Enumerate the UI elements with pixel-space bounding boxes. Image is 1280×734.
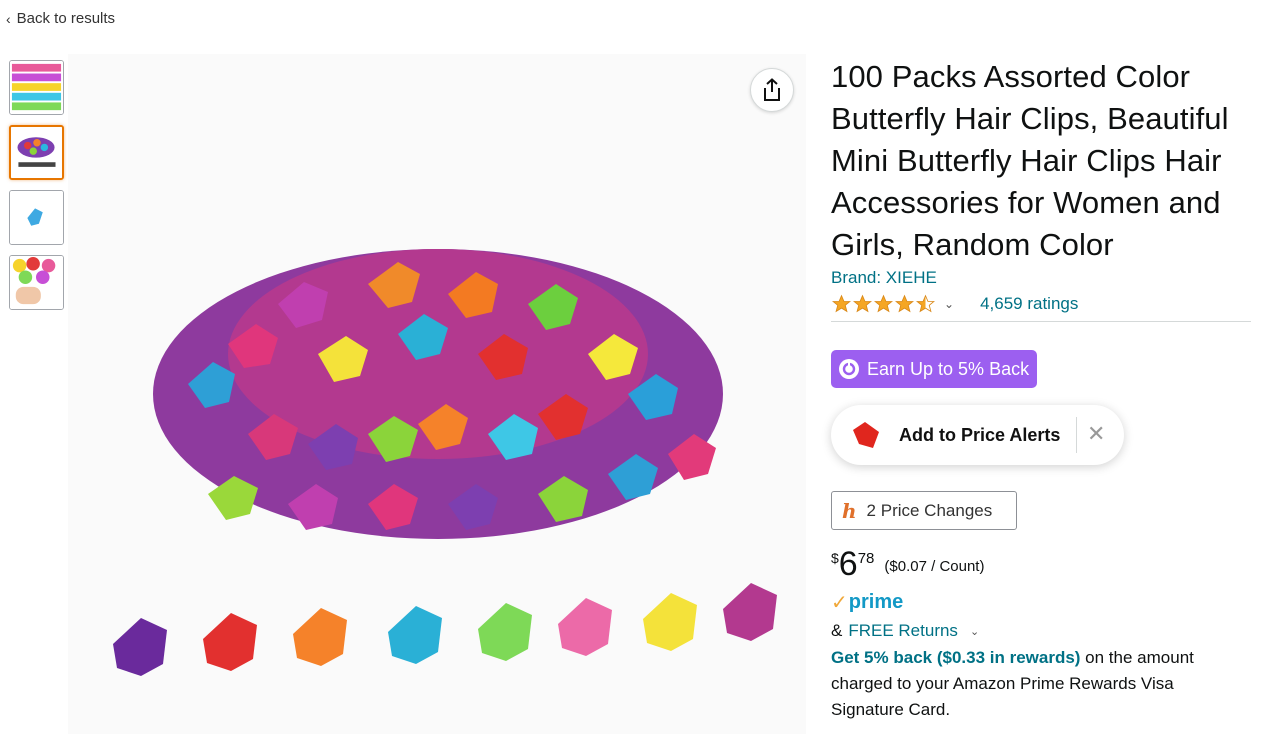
gift-icon [839,359,859,379]
thumbnail-list [9,60,65,320]
close-icon[interactable]: ✕ [1087,423,1105,445]
rating-row: ⌄ 4,659 ratings [831,292,1251,322]
prime-badge[interactable]: ✓ prime [831,589,1251,615]
earn-label: Earn Up to 5% Back [867,358,1030,379]
brand-link[interactable]: Brand: XIEHE [831,268,1251,288]
ratings-count-link[interactable]: 4,659 ratings [980,294,1078,314]
back-label: Back to results [16,10,116,27]
add-price-alert-button[interactable]: Add to Price Alerts [899,425,1060,446]
thumbnail-pile-image [11,127,62,178]
unit-price: ($0.07 / Count) [884,558,985,575]
price-changes-label: 2 Price Changes [866,500,993,520]
star-rating[interactable] [831,294,936,314]
thumbnail-2-active[interactable] [9,125,64,180]
star-icon [831,294,852,312]
star-icon [873,294,894,312]
free-returns-link[interactable]: FREE Returns [848,621,958,641]
price-currency: $ [831,550,839,566]
honey-h-icon: h [842,498,857,523]
price-fraction: 78 [857,550,875,567]
star-icon [852,294,873,312]
product-title: 100 Packs Assorted Color Butterfly Hair … [831,59,1229,262]
thumbnail-4[interactable] [9,255,64,310]
price-whole: 6 [838,545,858,583]
share-icon [764,78,780,101]
chevron-down-icon[interactable]: ⌄ [970,625,979,638]
rewards-text: Get 5% back ($0.33 in rewards) on the am… [831,645,1251,723]
thumbnail-hand-image [10,256,63,309]
thumbnail-single-clip-image [10,191,63,244]
returns-prefix: & [831,621,843,640]
returns-row: & FREE Returns ⌄ [831,621,1251,641]
tag-icon [853,422,879,448]
butterfly-clips-pile-image [68,54,806,734]
rewards-link[interactable]: Get 5% back ($0.33 in rewards) [831,648,1080,667]
price-changes-button[interactable]: h 2 Price Changes [831,491,1017,530]
price-alert-widget: Add to Price Alerts ✕ [831,405,1124,465]
chevron-left-icon: ‹ [6,10,11,27]
product-details: 100 Packs Assorted Color Butterfly Hair … [831,56,1251,723]
chevron-down-icon[interactable]: ⌄ [944,297,954,311]
divider [1076,417,1077,453]
thumbnail-1[interactable] [9,60,64,115]
earn-cashback-button[interactable]: Earn Up to 5% Back [831,350,1038,388]
prime-label: prime [848,590,904,613]
prime-check-icon: ✓ [831,591,848,614]
thumbnail-grid-image [10,61,63,114]
half-star-icon [915,294,936,312]
main-product-image[interactable] [68,54,806,734]
star-icon [894,294,915,312]
share-button[interactable] [750,68,794,112]
price: $ 6 78 ($0.07 / Count) [831,546,1251,584]
thumbnail-3[interactable] [9,190,64,245]
back-to-results-link[interactable]: ‹ Back to results [6,10,115,27]
